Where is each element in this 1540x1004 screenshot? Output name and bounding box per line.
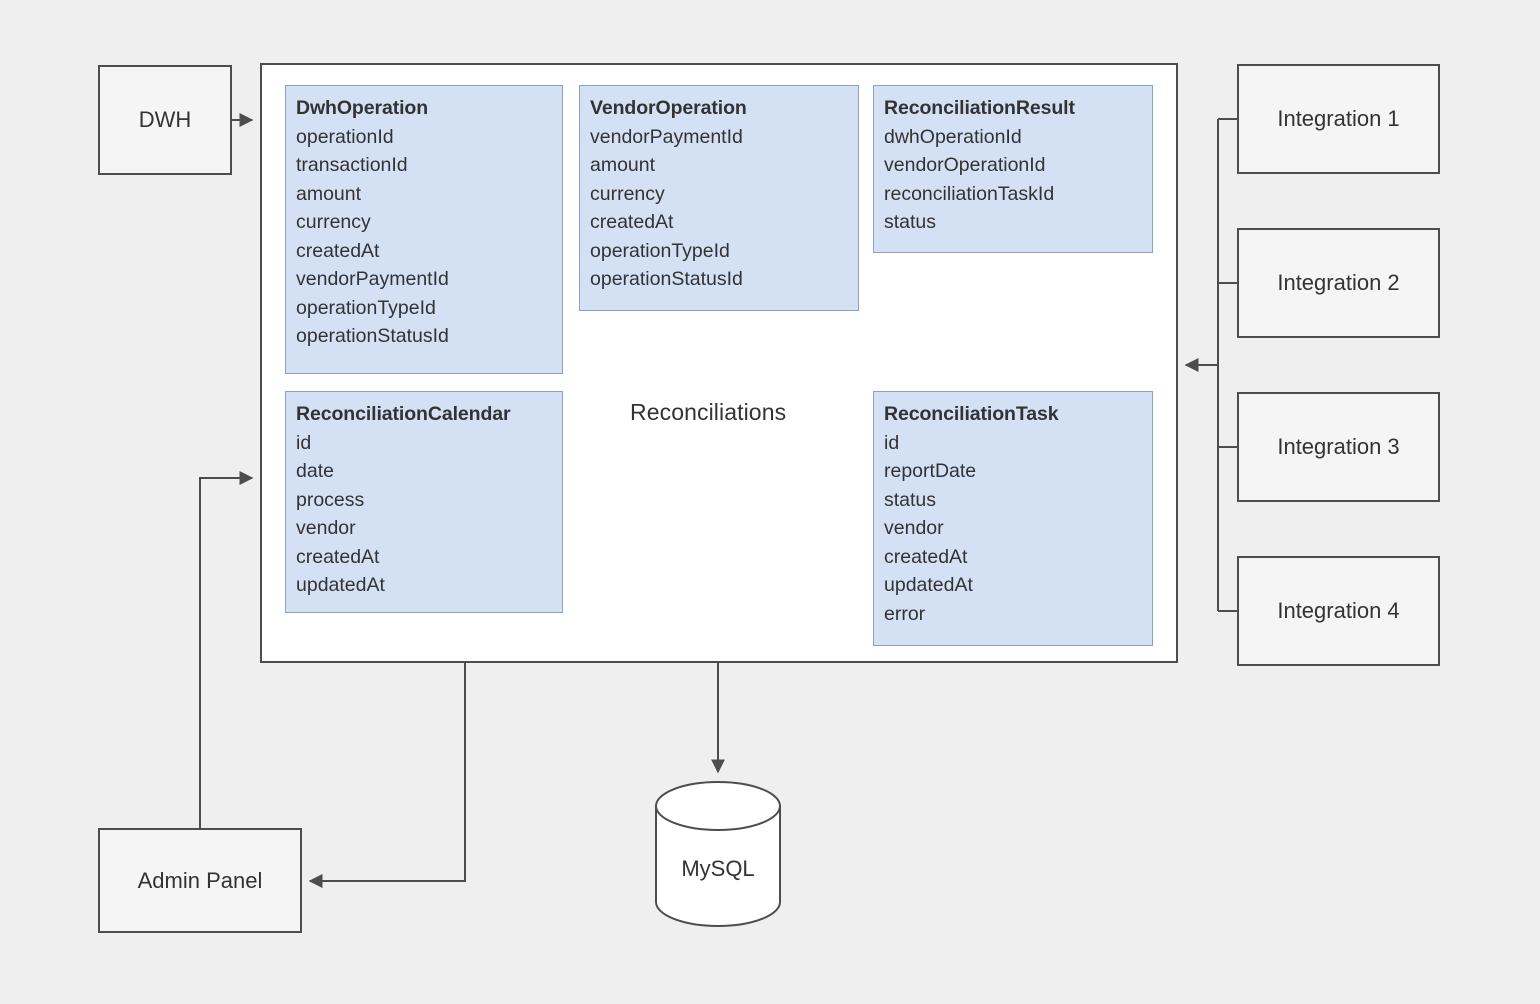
entity-field: operationTypeId (296, 296, 436, 319)
entity-field: updatedAt (296, 574, 385, 596)
entity-field: error (884, 602, 926, 625)
entity-field: createdAt (884, 545, 968, 568)
external-node-integration-2[interactable]: Integration 2 (1237, 228, 1440, 338)
entity-field: vendor (296, 517, 356, 539)
entity-vendor-operation[interactable]: VendorOperation vendorPaymentId amount c… (579, 85, 859, 311)
entity-field: createdAt (296, 545, 380, 568)
entity-field: status (884, 211, 937, 233)
entity-field: currency (590, 182, 665, 205)
entity-field: amount (296, 182, 362, 205)
external-node-dwh[interactable]: DWH (98, 65, 232, 175)
external-node-label: Integration 3 (1277, 434, 1400, 459)
entity-field: createdAt (296, 239, 380, 262)
entity-field: id (884, 431, 900, 454)
reconciliations-service-label: Reconciliations (630, 399, 787, 425)
external-node-label: Integration 1 (1277, 106, 1400, 131)
entity-reconciliation-task[interactable]: ReconciliationTask id reportDate status … (873, 391, 1153, 646)
external-node-label: Admin Panel (137, 867, 263, 893)
entity-field: status (884, 488, 937, 511)
entity-dwh-operation[interactable]: DwhOperation operationId transactionId a… (285, 85, 563, 374)
entity-title: VendorOperation (590, 97, 747, 119)
entity-field: process (296, 488, 365, 511)
entity-reconciliation-result[interactable]: ReconciliationResult dwhOperationId vend… (873, 85, 1153, 253)
entity-field: currency (296, 211, 371, 233)
edge-reconciliations-to-admin-panel (308, 663, 466, 888)
entity-field: operationStatusId (296, 325, 449, 347)
entity-title: ReconciliationCalendar (296, 403, 511, 425)
external-node-integration-1[interactable]: Integration 1 (1237, 64, 1440, 174)
entity-field: operationTypeId (590, 239, 730, 262)
edge-integrations-to-reconciliations (1184, 118, 1237, 612)
external-node-label: Integration 2 (1277, 270, 1400, 295)
entity-field: id (296, 431, 312, 454)
entity-field: createdAt (590, 211, 674, 233)
entity-field: transactionId (296, 154, 408, 176)
external-node-integration-3[interactable]: Integration 3 (1237, 392, 1440, 502)
edge-admin-panel-to-reconciliations (199, 471, 254, 828)
entity-title: DwhOperation (296, 97, 429, 119)
external-node-label: Integration 4 (1277, 598, 1400, 623)
entity-field: updatedAt (884, 574, 973, 596)
entity-field: vendorPaymentId (296, 268, 449, 290)
datastore-mysql[interactable]: MySQL (655, 781, 781, 927)
entity-field: reconciliationTaskId (884, 182, 1055, 205)
datastore-label: MySQL (681, 856, 755, 881)
diagram-canvas: Reconciliations DwhOperation operationId… (0, 0, 1540, 1004)
external-node-admin-panel[interactable]: Admin Panel (98, 828, 302, 933)
entity-field: date (296, 460, 334, 482)
entity-field: vendorOperationId (884, 154, 1046, 176)
external-node-label: DWH (138, 107, 192, 132)
entity-title: ReconciliationTask (884, 403, 1059, 425)
entity-title: ReconciliationResult (884, 97, 1075, 119)
entity-field: operationStatusId (590, 268, 743, 290)
entity-field: vendorPaymentId (590, 125, 743, 148)
entity-field: reportDate (884, 460, 977, 482)
entity-reconciliation-calendar[interactable]: ReconciliationCalendar id date process v… (285, 391, 563, 613)
entity-field: dwhOperationId (884, 125, 1022, 148)
external-node-integration-4[interactable]: Integration 4 (1237, 556, 1440, 666)
entity-field: vendor (884, 517, 944, 539)
entity-field: amount (590, 154, 656, 176)
entity-field: operationId (296, 125, 394, 148)
